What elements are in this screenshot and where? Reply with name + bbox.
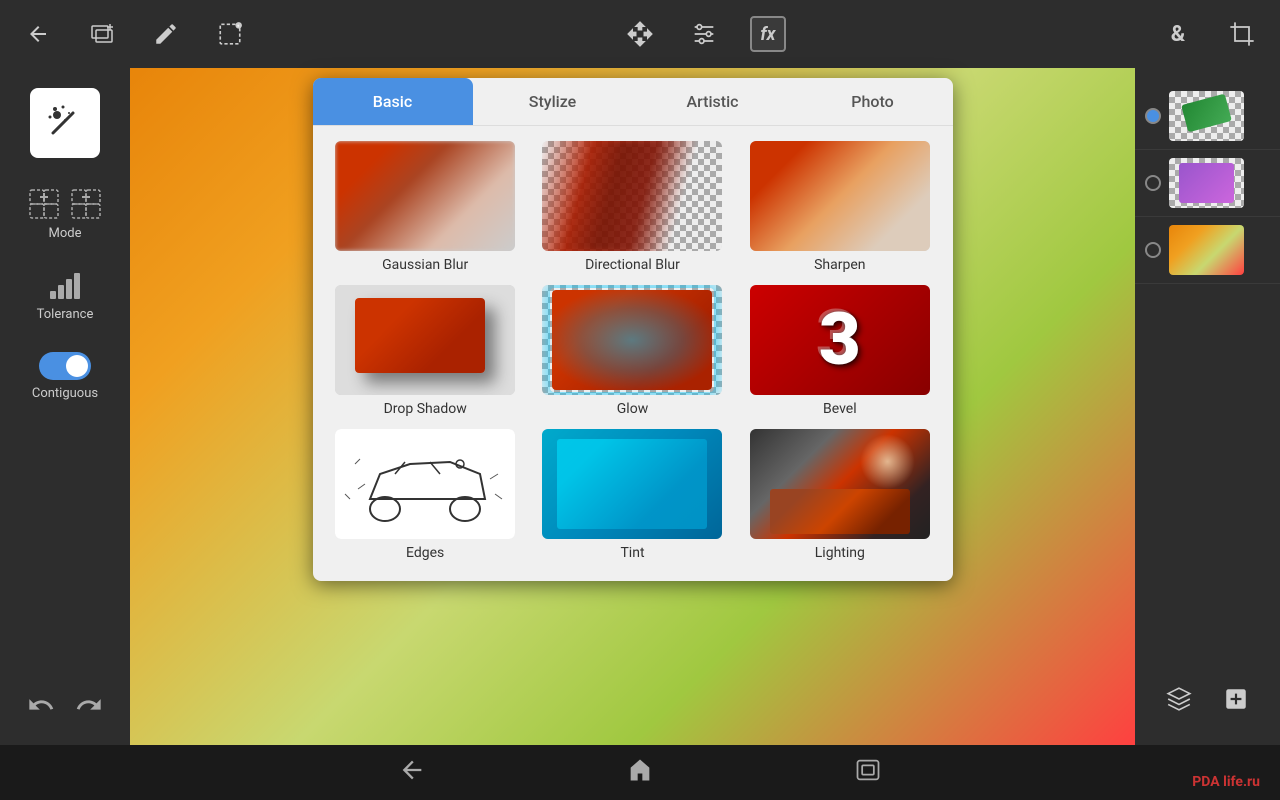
add-layer-button[interactable] [84,16,120,52]
add-layer-panel-button[interactable] [1223,686,1249,718]
layer-thumb-3 [1169,225,1244,275]
toolbar-left: + [20,16,248,52]
contiguous-label: Contiguous [32,386,98,401]
filter-cell-glow[interactable]: Glow [535,285,730,417]
layer-bottom-icons [1135,674,1280,730]
filter-label-directional-blur: Directional Blur [585,257,680,273]
add-mode-icon[interactable] [28,188,60,220]
blend-button[interactable]: & [1160,16,1196,52]
tab-basic[interactable]: Basic [313,78,473,125]
filter-modal: Basic Stylize Artistic Photo Gaussian Bl… [130,68,1135,745]
magic-wand-tool[interactable] [30,88,100,158]
left-sidebar: Mode Tolerance Contiguous [0,68,130,745]
layer-radio-2[interactable] [1145,175,1161,191]
tab-stylize[interactable]: Stylize [473,78,633,125]
draw-button[interactable] [148,16,184,52]
contiguous-control: Contiguous [32,352,98,401]
bottom-bar: PDA life.ru [0,745,1280,800]
layer-item-2[interactable] [1135,150,1280,217]
selection-button[interactable]: + [212,16,248,52]
filter-label-tint: Tint [620,545,644,561]
filter-thumb-gaussian-blur [335,141,515,251]
tolerance-control: Tolerance [37,271,94,322]
fx-button[interactable]: fx [750,16,786,52]
nav-home-button[interactable] [626,756,654,790]
filter-thumb-drop-shadow [335,285,515,395]
undo-button[interactable] [27,691,55,725]
remove-mode-icon[interactable] [70,188,102,220]
layers-icon[interactable] [1166,686,1192,718]
layer-thumb-2 [1169,158,1244,208]
filter-label-edges: Edges [406,545,444,561]
filter-grid: Gaussian Blur Directional Blur [313,141,953,561]
filter-label-sharpen: Sharpen [814,257,865,273]
filter-label-drop-shadow: Drop Shadow [384,401,467,417]
filter-cell-tint[interactable]: Tint [535,429,730,561]
mode-label: Mode [49,226,82,241]
filter-label-bevel: Bevel [823,401,857,417]
tolerance-icon [48,271,82,301]
filter-label-lighting: Lighting [815,545,865,561]
filter-cell-directional-blur[interactable]: Directional Blur [535,141,730,273]
filter-thumb-edges [335,429,515,539]
nav-back-button[interactable] [398,756,426,790]
tolerance-label: Tolerance [37,307,94,322]
filter-thumb-glow [542,285,722,395]
filter-cell-gaussian-blur[interactable]: Gaussian Blur [328,141,523,273]
layer-radio-1[interactable] [1145,108,1161,124]
toolbar-right: & [1160,16,1260,52]
nav-recents-button[interactable] [854,756,882,790]
undo-redo-controls [27,691,103,725]
mode-control: Mode [28,188,102,241]
top-toolbar: + fx & [0,0,1280,68]
filter-tabs: Basic Stylize Artistic Photo [313,78,953,126]
right-sidebar [1135,68,1280,745]
filter-thumb-tint [542,429,722,539]
filter-thumb-directional-blur [542,141,722,251]
filter-panel: Basic Stylize Artistic Photo Gaussian Bl… [313,78,953,581]
filter-cell-bevel[interactable]: 3 Bevel [742,285,937,417]
filter-thumb-lighting [750,429,930,539]
filter-thumb-bevel: 3 [750,285,930,395]
filter-label-glow: Glow [617,401,648,417]
filter-cell-drop-shadow[interactable]: Drop Shadow [328,285,523,417]
tab-photo[interactable]: Photo [793,78,953,125]
brand-logo: PDA life.ru [1192,771,1260,790]
contiguous-toggle[interactable] [39,352,91,380]
layer-item-1[interactable] [1135,83,1280,150]
back-button[interactable] [20,16,56,52]
filter-label-gaussian-blur: Gaussian Blur [382,257,468,273]
filter-cell-edges[interactable]: Edges [328,429,523,561]
adjustments-button[interactable] [686,16,722,52]
layer-thumb-1 [1169,91,1244,141]
toolbar-center: fx [622,16,786,52]
filter-cell-lighting[interactable]: Lighting [742,429,937,561]
filter-cell-sharpen[interactable]: Sharpen [742,141,937,273]
move-button[interactable] [622,16,658,52]
tab-artistic[interactable]: Artistic [633,78,793,125]
filter-thumb-sharpen [750,141,930,251]
crop-button[interactable] [1224,16,1260,52]
layer-item-3[interactable] [1135,217,1280,284]
redo-button[interactable] [75,691,103,725]
bottom-nav-icons [40,756,1240,790]
layer-radio-3[interactable] [1145,242,1161,258]
